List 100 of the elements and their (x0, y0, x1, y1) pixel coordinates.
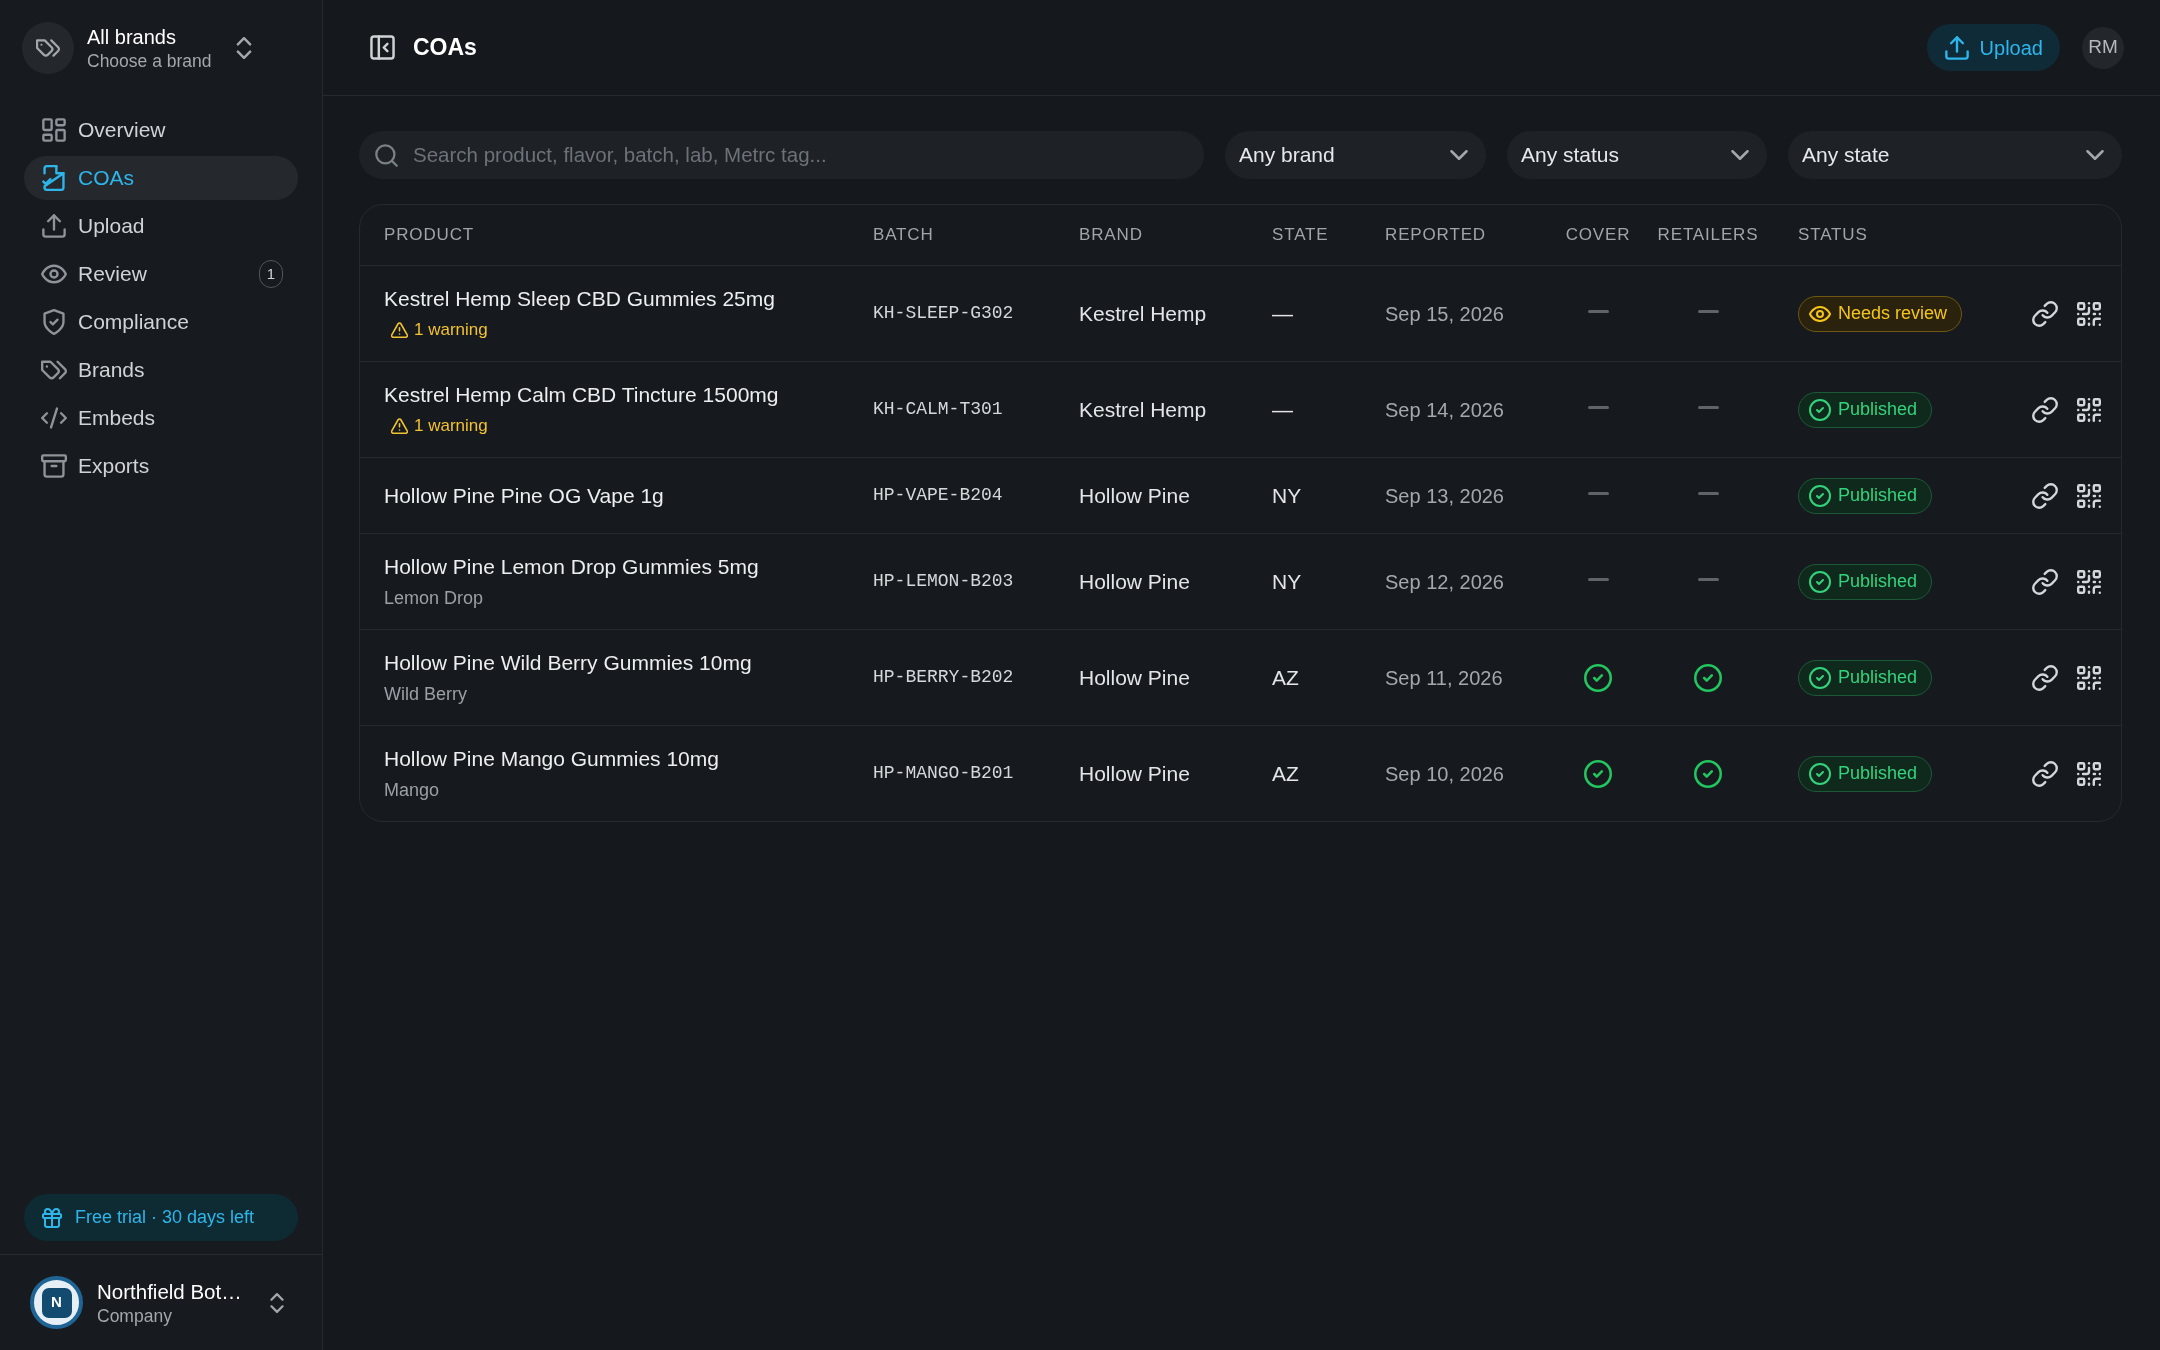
brand-name: Hollow Pine (1079, 482, 1191, 509)
state-code: — (1272, 396, 1294, 423)
column-header: BATCH (873, 224, 935, 247)
tag-icon (22, 22, 74, 74)
brand-name: Kestrel Hemp (1079, 300, 1208, 327)
product-name: Hollow Pine Mango Gummies 10mg (384, 746, 720, 772)
column-header: RETAILERS (1657, 224, 1759, 247)
state-code: NY (1272, 568, 1303, 595)
brand-name: Kestrel Hemp (1079, 396, 1208, 423)
batch-code: KH-CALM-T301 (873, 398, 1004, 421)
flavor-text: Mango (384, 779, 441, 802)
column-header: BRAND (1079, 224, 1144, 247)
check-circle-icon (1809, 762, 1831, 785)
warning-text: 1 warning (414, 415, 488, 437)
search-icon (374, 143, 399, 168)
nav-item[interactable]: Upload (24, 204, 298, 248)
status-label: Published (1838, 484, 1918, 507)
up-down-chevron-icon (270, 1292, 284, 1313)
upload-icon (41, 213, 67, 239)
batch-code: HP-LEMON-B203 (873, 570, 1015, 593)
reported-date: Sep 11, 2026 (1385, 665, 1504, 691)
qr-code-icon[interactable] (2077, 761, 2101, 786)
gift-icon (41, 1206, 63, 1229)
qr-code-icon[interactable] (2077, 569, 2101, 594)
nav-item[interactable]: Embeds (24, 396, 298, 440)
search-field[interactable]: Search product, flavor, batch, lab, Metrc tag... (359, 131, 1204, 179)
column-header: REPORTED (1385, 224, 1487, 247)
column-header: STATE (1272, 224, 1330, 247)
qr-code-icon[interactable] (2077, 665, 2101, 690)
filter-dropdown[interactable]: Any brand (1225, 131, 1486, 179)
nav-item[interactable]: Overview (24, 108, 298, 152)
status-label: Published (1838, 398, 1918, 421)
user-avatar[interactable]: RM (2082, 26, 2124, 69)
batch-code: HP-BERRY-B202 (873, 666, 1015, 689)
nav-item[interactable]: Compliance (24, 300, 298, 344)
brand-name: Hollow Pine (1079, 760, 1191, 787)
warning-triangle-icon (391, 322, 408, 338)
check-circle-icon (1809, 570, 1831, 593)
check-circle-icon (1809, 666, 1831, 689)
flavor-text: Wild Berry (384, 683, 468, 706)
qr-code-icon[interactable] (2077, 397, 2101, 422)
batch-code: HP-MANGO-B201 (873, 762, 1015, 785)
upload-icon (1943, 34, 1970, 61)
link-icon[interactable] (2032, 482, 2058, 509)
link-icon[interactable] (2032, 300, 2058, 327)
nav-item[interactable]: COAs (24, 156, 298, 200)
state-code: AZ (1272, 664, 1300, 691)
archive-box-icon (41, 453, 67, 479)
nav-item[interactable]: Exports (24, 444, 298, 488)
warning-text: 1 warning (414, 319, 488, 341)
status-label: Published (1838, 762, 1918, 785)
flavor-text: Lemon Drop (384, 587, 485, 610)
state-code: NY (1272, 482, 1303, 509)
code-icon (41, 405, 67, 431)
account-switcher[interactable]: N Northfield Bot… Company (0, 1254, 322, 1350)
shield-check-icon (41, 309, 67, 335)
filter-dropdown[interactable]: Any status (1507, 131, 1767, 179)
free-trial-banner[interactable]: Free trial · 30 days left (24, 1194, 298, 1241)
brand-name: Hollow Pine (1079, 568, 1191, 595)
column-header: PRODUCT (384, 224, 475, 247)
state-code: AZ (1272, 760, 1300, 787)
filter-dropdown[interactable]: Any state (1788, 131, 2122, 179)
column-header: STATUS (1797, 224, 1869, 247)
panel-left-icon[interactable] (369, 34, 396, 61)
product-name: Hollow Pine Wild Berry Gummies 10mg (384, 650, 753, 676)
batch-code: KH-SLEEP-G302 (873, 302, 1015, 325)
brand-switcher[interactable]: All brands Choose a brand (22, 22, 252, 74)
link-icon[interactable] (2032, 760, 2058, 787)
nav-item[interactable]: Brands (24, 348, 298, 392)
state-code: — (1272, 300, 1294, 327)
qr-code-icon[interactable] (2077, 301, 2101, 326)
chevron-down-icon (1731, 150, 1749, 160)
product-name: Kestrel Hemp Sleep CBD Gummies 25mg (384, 286, 776, 312)
reported-date: Sep 10, 2026 (1385, 761, 1505, 787)
column-header: COVER (1565, 224, 1631, 247)
check-circle-icon (1809, 484, 1831, 507)
product-name: Hollow Pine Lemon Drop Gummies 5mg (384, 554, 760, 580)
company-avatar: N (30, 1276, 83, 1329)
reported-date: Sep 15, 2026 (1385, 301, 1505, 327)
check-circle-icon (1809, 398, 1831, 421)
status-label: Published (1838, 666, 1918, 689)
batch-code: HP-VAPE-B204 (873, 484, 1004, 507)
reported-date: Sep 13, 2026 (1385, 483, 1505, 509)
product-name: Kestrel Hemp Calm CBD Tincture 1500mg (384, 382, 780, 408)
page-title: COAs (413, 33, 477, 63)
link-icon[interactable] (2032, 396, 2058, 423)
document-check-icon (41, 165, 67, 191)
reported-date: Sep 12, 2026 (1385, 569, 1505, 595)
qr-code-icon[interactable] (2077, 483, 2101, 508)
warning-triangle-icon (391, 418, 408, 434)
status-label: Needs review (1838, 302, 1948, 325)
chevron-down-icon (1450, 150, 1468, 160)
status-label: Published (1838, 570, 1918, 593)
link-icon[interactable] (2032, 568, 2058, 595)
link-icon[interactable] (2032, 664, 2058, 691)
brand-name: Hollow Pine (1079, 664, 1191, 691)
nav-item[interactable]: Review 1 (24, 252, 298, 296)
reported-date: Sep 14, 2026 (1385, 397, 1505, 423)
product-name: Hollow Pine Pine OG Vape 1g (384, 482, 665, 509)
upload-button[interactable]: Upload (1926, 24, 2060, 71)
